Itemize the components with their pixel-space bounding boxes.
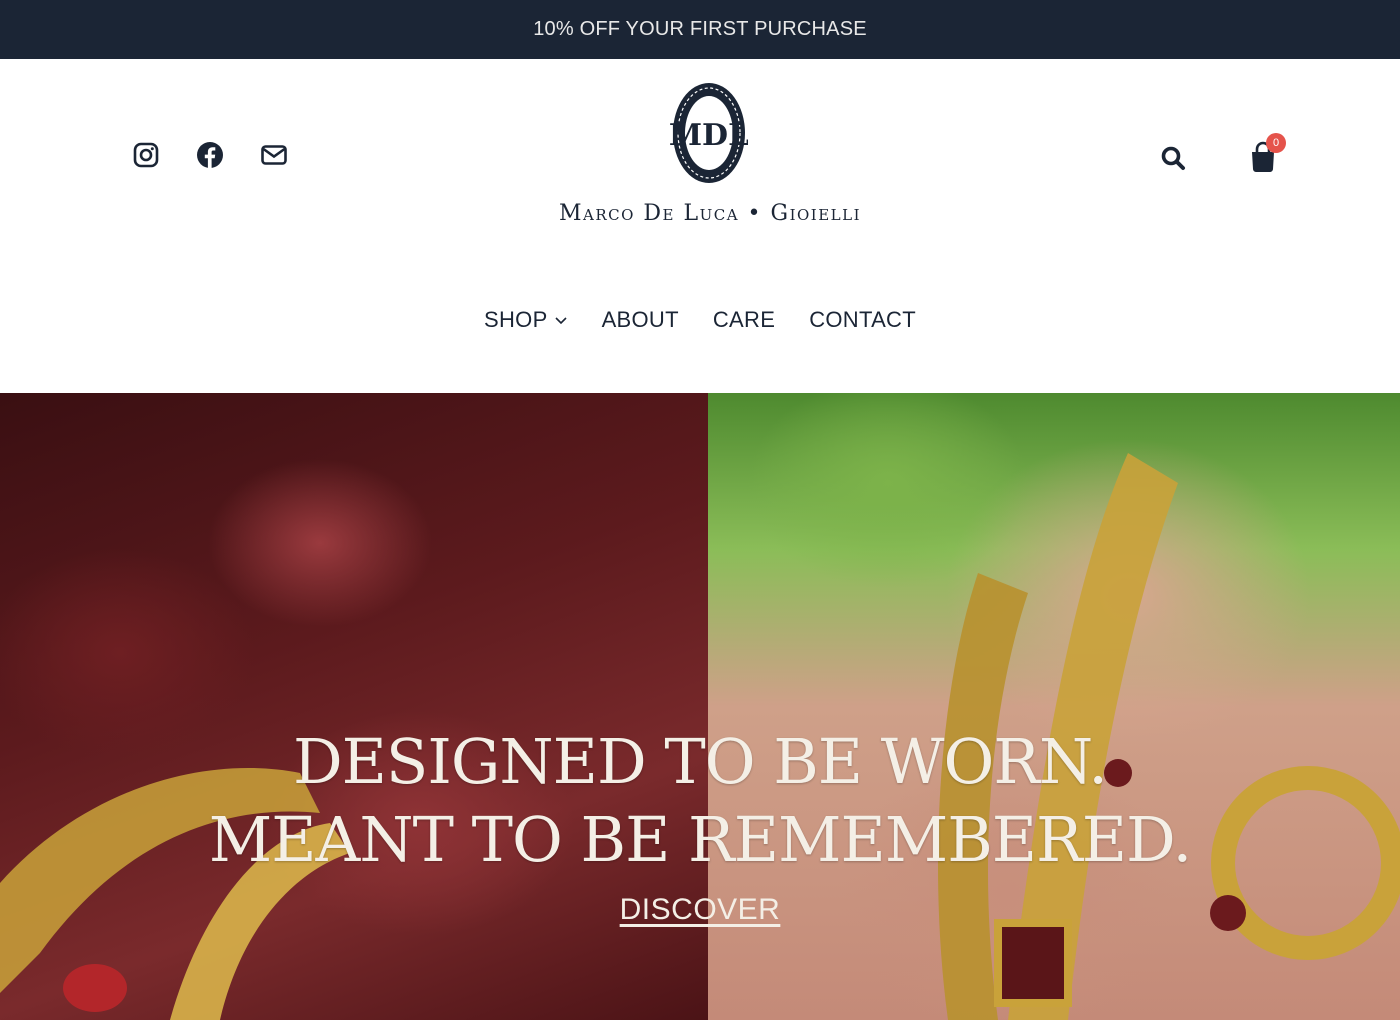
facebook-icon[interactable]	[196, 141, 224, 169]
nav-item-contact[interactable]: CONTACT	[809, 307, 916, 333]
nav-item-label: ABOUT	[601, 307, 679, 332]
nav-item-about[interactable]: ABOUT	[602, 307, 679, 333]
cart-count-badge: 0	[1266, 133, 1286, 153]
brand-name[interactable]: Marco De Luca • Gioielli	[500, 201, 920, 226]
hero-headline: DESIGNED TO BE WORN. MEANT TO BE REMEMBE…	[0, 723, 1400, 879]
chevron-down-icon	[554, 317, 567, 325]
discover-link-wrap: DISCOVER	[0, 893, 1400, 927]
svg-text:MDL: MDL	[670, 118, 748, 153]
nav-item-label: CONTACT	[809, 307, 916, 332]
site-header: MDL Marco De Luca • Gioielli 0 SHOP ABOU…	[0, 59, 1400, 393]
announcement-text: 10% OFF YOUR FIRST PURCHASE	[533, 18, 867, 40]
nav-item-label: CARE	[712, 307, 776, 332]
nav-item-label: SHOP	[484, 307, 548, 332]
nav-item-care[interactable]: CARE	[713, 307, 775, 333]
nav-item-shop[interactable]: SHOP	[484, 307, 568, 333]
mail-icon[interactable]	[260, 141, 288, 169]
discover-link[interactable]: DISCOVER	[620, 893, 781, 926]
social-links	[132, 141, 324, 169]
hero-banner: DESIGNED TO BE WORN. MEANT TO BE REMEMBE…	[0, 393, 1400, 1020]
hero-headline-line1: DESIGNED TO BE WORN.	[292, 725, 1108, 798]
main-nav: SHOP ABOUT CARE CONTACT	[0, 307, 1400, 333]
search-icon[interactable]	[1160, 145, 1186, 171]
hero-headline-line2: MEANT TO BE REMEMBERED.	[208, 803, 1192, 876]
brand-logo-icon[interactable]: MDL	[670, 81, 748, 185]
announcement-bar: 10% OFF YOUR FIRST PURCHASE	[0, 0, 1400, 59]
instagram-icon[interactable]	[132, 141, 160, 169]
